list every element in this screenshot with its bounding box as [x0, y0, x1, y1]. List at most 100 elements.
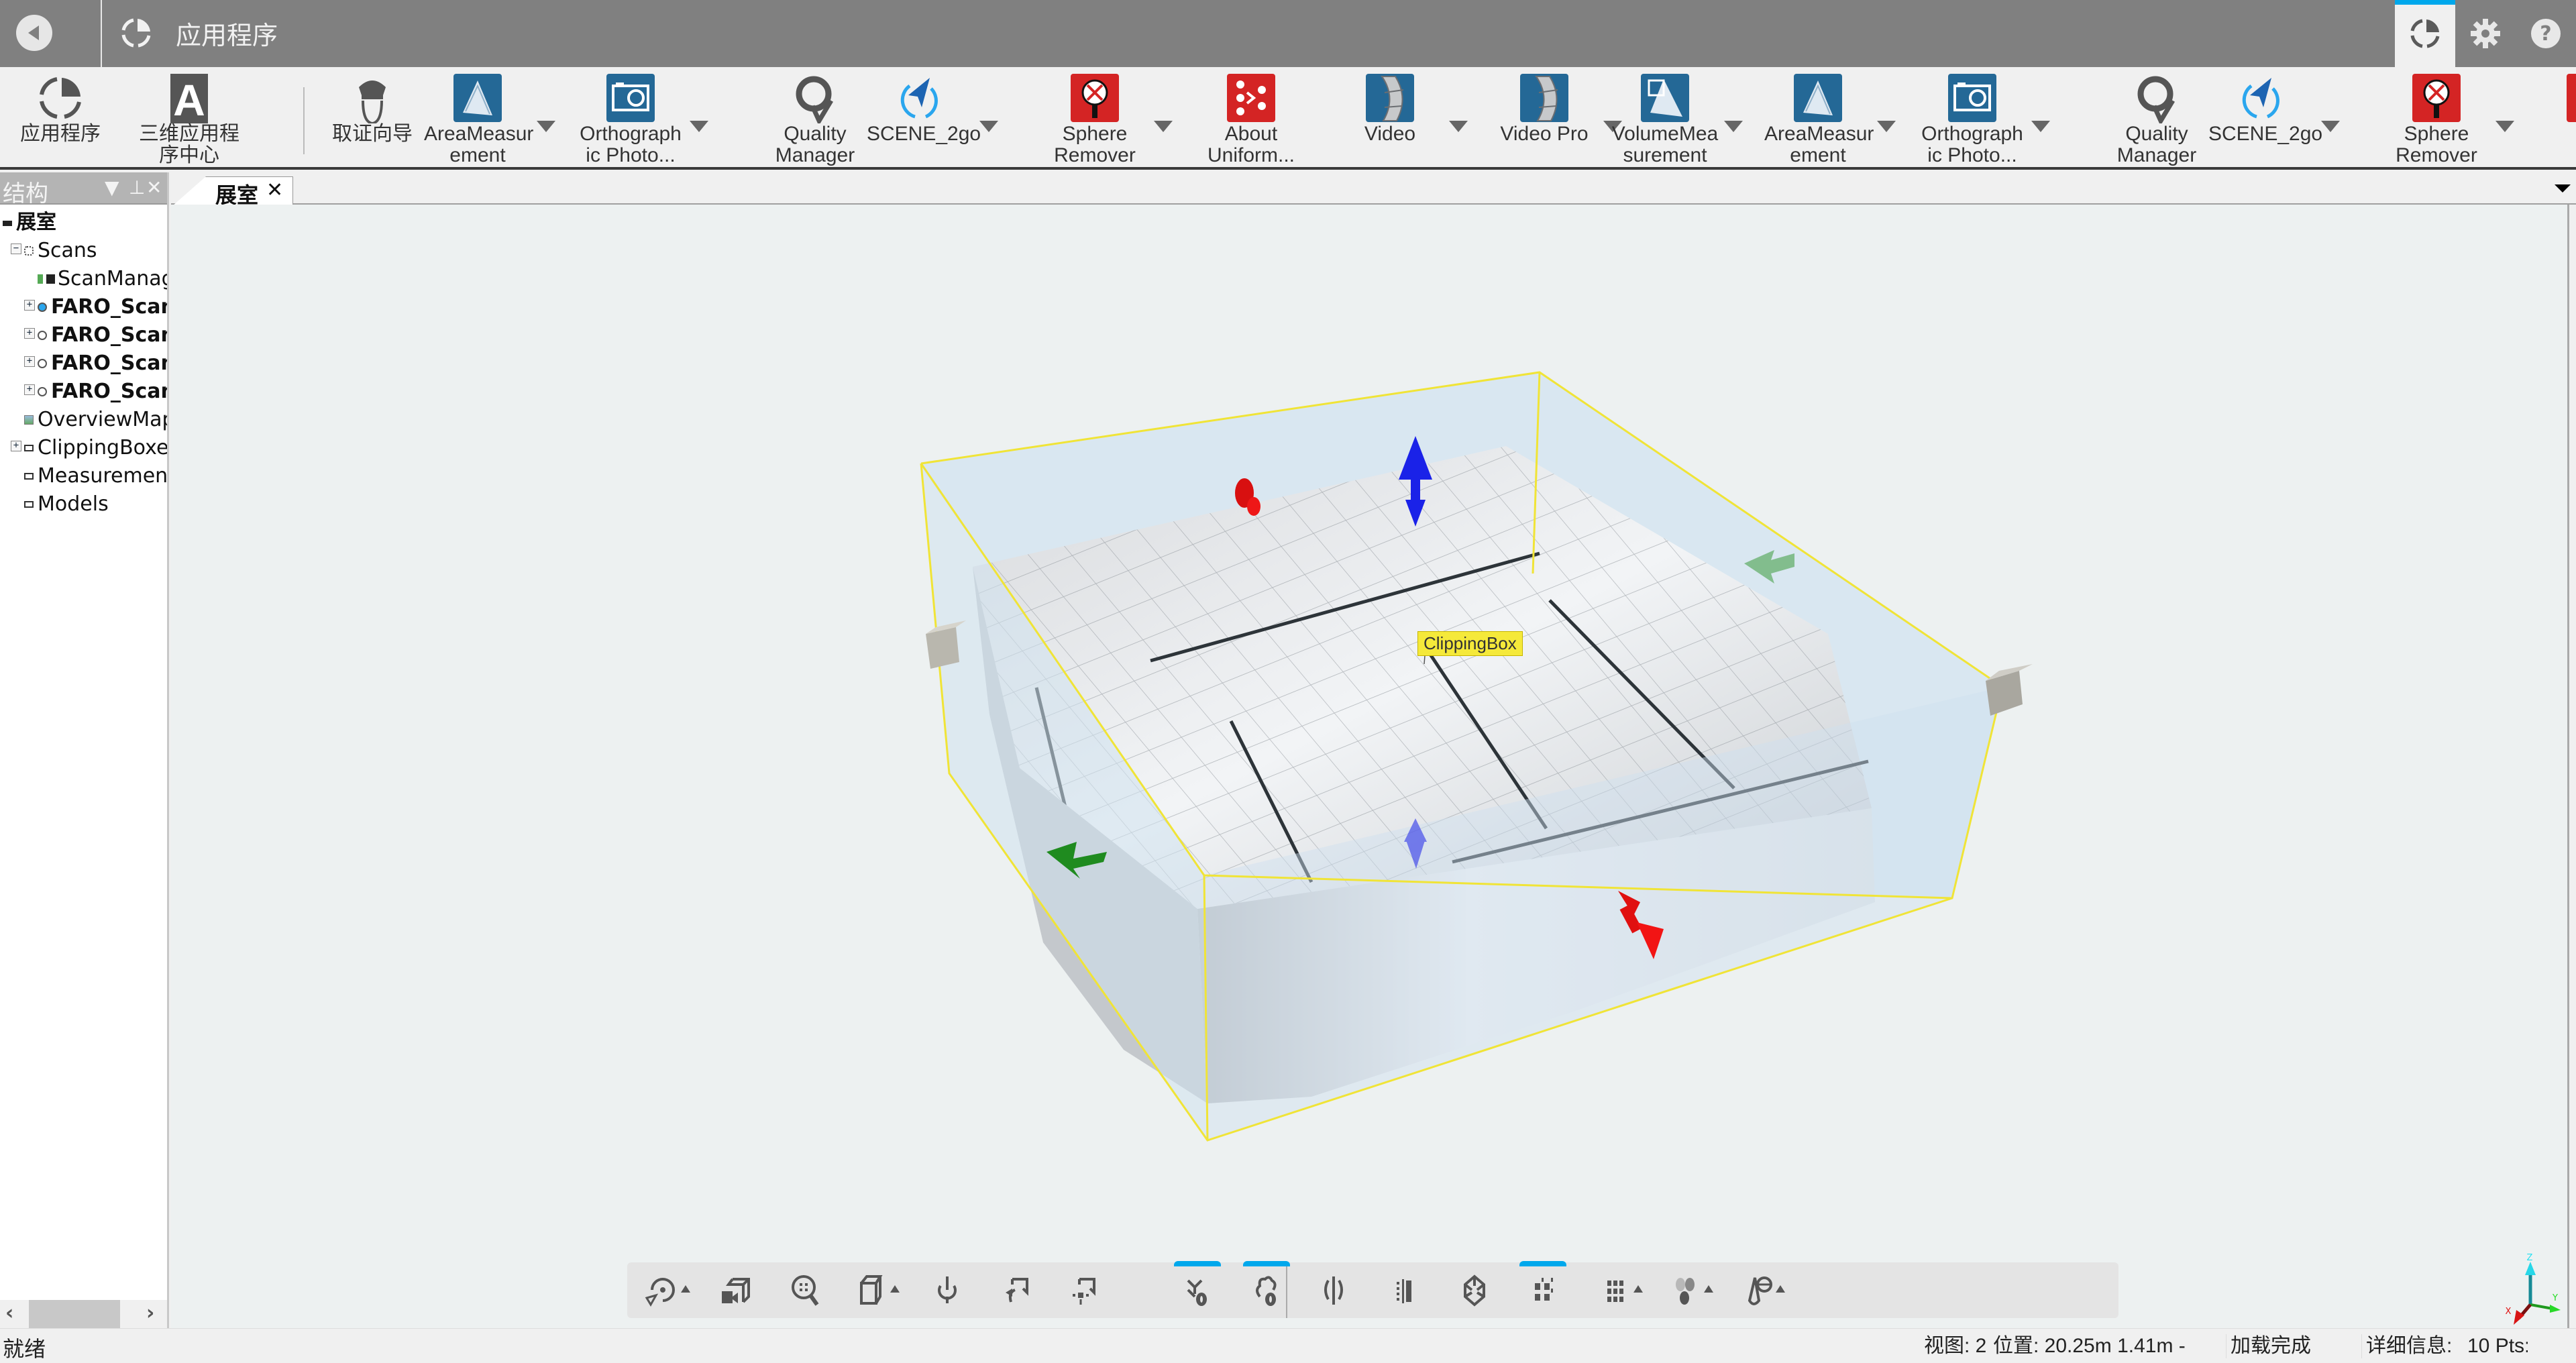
expand-icon[interactable]: +: [11, 441, 21, 451]
scan-point-cloud-button[interactable]: [1174, 1261, 1221, 1312]
ribbon-button-applications-pie[interactable]: 应用程序: [7, 72, 114, 166]
ribbon-button-scene2go[interactable]: SCENE_2go: [867, 72, 998, 166]
split-view-button[interactable]: [1310, 1268, 1357, 1312]
tree-item[interactable]: Measurements: [0, 462, 167, 490]
close-icon[interactable]: ✕: [266, 178, 283, 202]
tab-showroom[interactable]: 展室 ✕: [172, 176, 293, 206]
axis-z-label: Z: [2527, 1253, 2533, 1263]
scroll-left-icon[interactable]: ‹: [5, 1301, 13, 1325]
chevron-down-icon[interactable]: [1724, 121, 1743, 132]
help-button[interactable]: ?: [2516, 0, 2576, 67]
tree-item[interactable]: + ClippingBoxes: [0, 434, 167, 462]
color-mode-button[interactable]: [1662, 1268, 1713, 1312]
chevron-up-icon[interactable]: [1776, 1285, 1785, 1293]
chevron-up-icon[interactable]: [1633, 1285, 1643, 1293]
clipping-box-label[interactable]: ClippingBox: [1417, 631, 1523, 656]
project-point-cloud-button[interactable]: [1243, 1261, 1290, 1312]
chevron-up-icon[interactable]: [1704, 1285, 1713, 1293]
ribbon-button-orthographic-photo[interactable]: Orthograph ic Photo...: [1919, 72, 2050, 166]
tree-item[interactable]: + FARO_Scan_1: [0, 321, 167, 349]
pivot-point-button[interactable]: [924, 1268, 971, 1312]
horizontal-scrollbar[interactable]: ‹ ›: [0, 1300, 167, 1328]
ribbon-button-app-center-a[interactable]: A 三维应用程 序中心: [136, 72, 243, 166]
tree-item[interactable]: + FARO_Scan_1: [0, 293, 167, 321]
slice-view-button[interactable]: [1380, 1268, 1427, 1312]
chevron-down-icon[interactable]: [1449, 121, 1468, 132]
camera-view-button[interactable]: [713, 1268, 760, 1312]
back-arrow-icon[interactable]: [16, 15, 52, 51]
area-measurement-icon: [453, 74, 502, 122]
chevron-up-icon[interactable]: [681, 1285, 690, 1293]
applications-button[interactable]: [2395, 0, 2455, 67]
ribbon-button-label: VolumeMea surement: [1611, 123, 1719, 166]
ribbon-button-area-measurement[interactable]: AreaMeasur ement: [1764, 72, 1896, 166]
chevron-down-icon[interactable]: [1154, 121, 1173, 132]
scrollbar-thumb[interactable]: [29, 1300, 120, 1328]
pin-icon[interactable]: ⊥: [129, 178, 145, 198]
chevron-down-icon[interactable]: [2496, 121, 2514, 132]
ribbon-button-police-officer[interactable]: 取证向导: [319, 72, 426, 166]
ribbon-button-video-pro-film[interactable]: Video Pro: [1491, 72, 1622, 166]
pivot-point-icon: [938, 1276, 957, 1303]
clipping-box-button[interactable]: [1451, 1268, 1498, 1312]
tree-item[interactable]: ScanManager: [0, 265, 167, 293]
tree-item[interactable]: Models: [0, 490, 167, 519]
applications-pie-icon: [40, 77, 81, 119]
tab-overflow-dropdown-icon[interactable]: [2555, 184, 2571, 193]
3d-viewport[interactable]: ClippingBox Z Y X: [171, 205, 2569, 1328]
status-bar: 就绪 视图: 253° -34 位置: 20.25m 1.41m - 加载完成 …: [0, 1328, 2576, 1362]
point-density-icon: [1607, 1280, 1623, 1302]
point-density-button[interactable]: [1592, 1268, 1643, 1312]
view-cube-button[interactable]: [849, 1268, 900, 1312]
ribbon-button-quality-manager[interactable]: Quality Manager: [2103, 72, 2210, 166]
ribbon-button-volume-measurement[interactable]: VolumeMea surement: [1611, 72, 1743, 166]
tree-item[interactable]: 展室: [0, 209, 167, 237]
ribbon-button-about-uniform[interactable]: Ab Un: [2537, 72, 2576, 166]
chevron-up-icon[interactable]: [890, 1285, 900, 1293]
tree-item[interactable]: + FARO_Scan_1: [0, 349, 167, 378]
sphere-remover-icon: [1071, 74, 1119, 122]
sphere-remover-icon: [2412, 74, 2461, 122]
ribbon-button-sphere-remover[interactable]: Sphere Remover: [1041, 72, 1173, 166]
title-divider: [101, 0, 102, 67]
orbit-mode-button[interactable]: [639, 1268, 690, 1312]
chevron-down-icon[interactable]: [537, 121, 555, 132]
chevron-down-icon[interactable]: [979, 121, 998, 132]
tree-item[interactable]: OverviewMap: [0, 406, 167, 434]
tree-item[interactable]: − Scans: [0, 237, 167, 265]
grid-snap-button[interactable]: [1519, 1261, 1566, 1312]
chevron-down-icon[interactable]: [2321, 121, 2340, 132]
grid-snap-icon: [1535, 1278, 1553, 1301]
clipping-box-handle-right[interactable]: [1986, 664, 2033, 716]
ribbon-button-video-film[interactable]: Video: [1336, 72, 1468, 166]
ribbon-button-sphere-remover[interactable]: Sphere Remover: [2383, 72, 2514, 166]
axis-y-label: Y: [2552, 1293, 2558, 1303]
render-effects-button[interactable]: [1734, 1268, 1785, 1312]
undo-view-button[interactable]: [993, 1268, 1040, 1312]
panel-menu-icon[interactable]: ▼: [105, 178, 119, 198]
expand-icon[interactable]: +: [24, 384, 35, 395]
chevron-down-icon[interactable]: [690, 121, 708, 132]
clipping-plane-button[interactable]: [1060, 1268, 1107, 1312]
ribbon-button-orthographic-photo[interactable]: Orthograph ic Photo...: [577, 72, 708, 166]
expand-icon[interactable]: +: [24, 356, 35, 367]
zoom-extents-button[interactable]: [782, 1268, 828, 1312]
chevron-down-icon[interactable]: [1877, 121, 1896, 132]
ribbon-button-scene2go[interactable]: SCENE_2go: [2208, 72, 2340, 166]
tree-item[interactable]: + FARO_Scan_1: [0, 378, 167, 406]
ribbon-button-quality-manager[interactable]: Quality Manager: [761, 72, 869, 166]
chevron-down-icon[interactable]: [2031, 121, 2050, 132]
collapse-icon[interactable]: −: [11, 243, 21, 254]
ribbon-button-label: 应用程序: [20, 123, 101, 145]
expand-icon[interactable]: +: [24, 328, 35, 339]
undo-view-icon: [1006, 1278, 1028, 1303]
ribbon-button-about-uniform[interactable]: About Uniform...: [1197, 72, 1305, 166]
close-icon[interactable]: ✕: [146, 178, 162, 198]
scroll-right-icon[interactable]: ›: [146, 1301, 154, 1325]
expand-icon[interactable]: +: [24, 300, 35, 311]
settings-button[interactable]: [2455, 0, 2516, 67]
orthographic-photo-icon: [1948, 74, 1996, 122]
scan-icon: [38, 359, 47, 368]
point-cloud-scene[interactable]: [171, 205, 2569, 1328]
ribbon-button-area-measurement[interactable]: AreaMeasur ement: [424, 72, 555, 166]
